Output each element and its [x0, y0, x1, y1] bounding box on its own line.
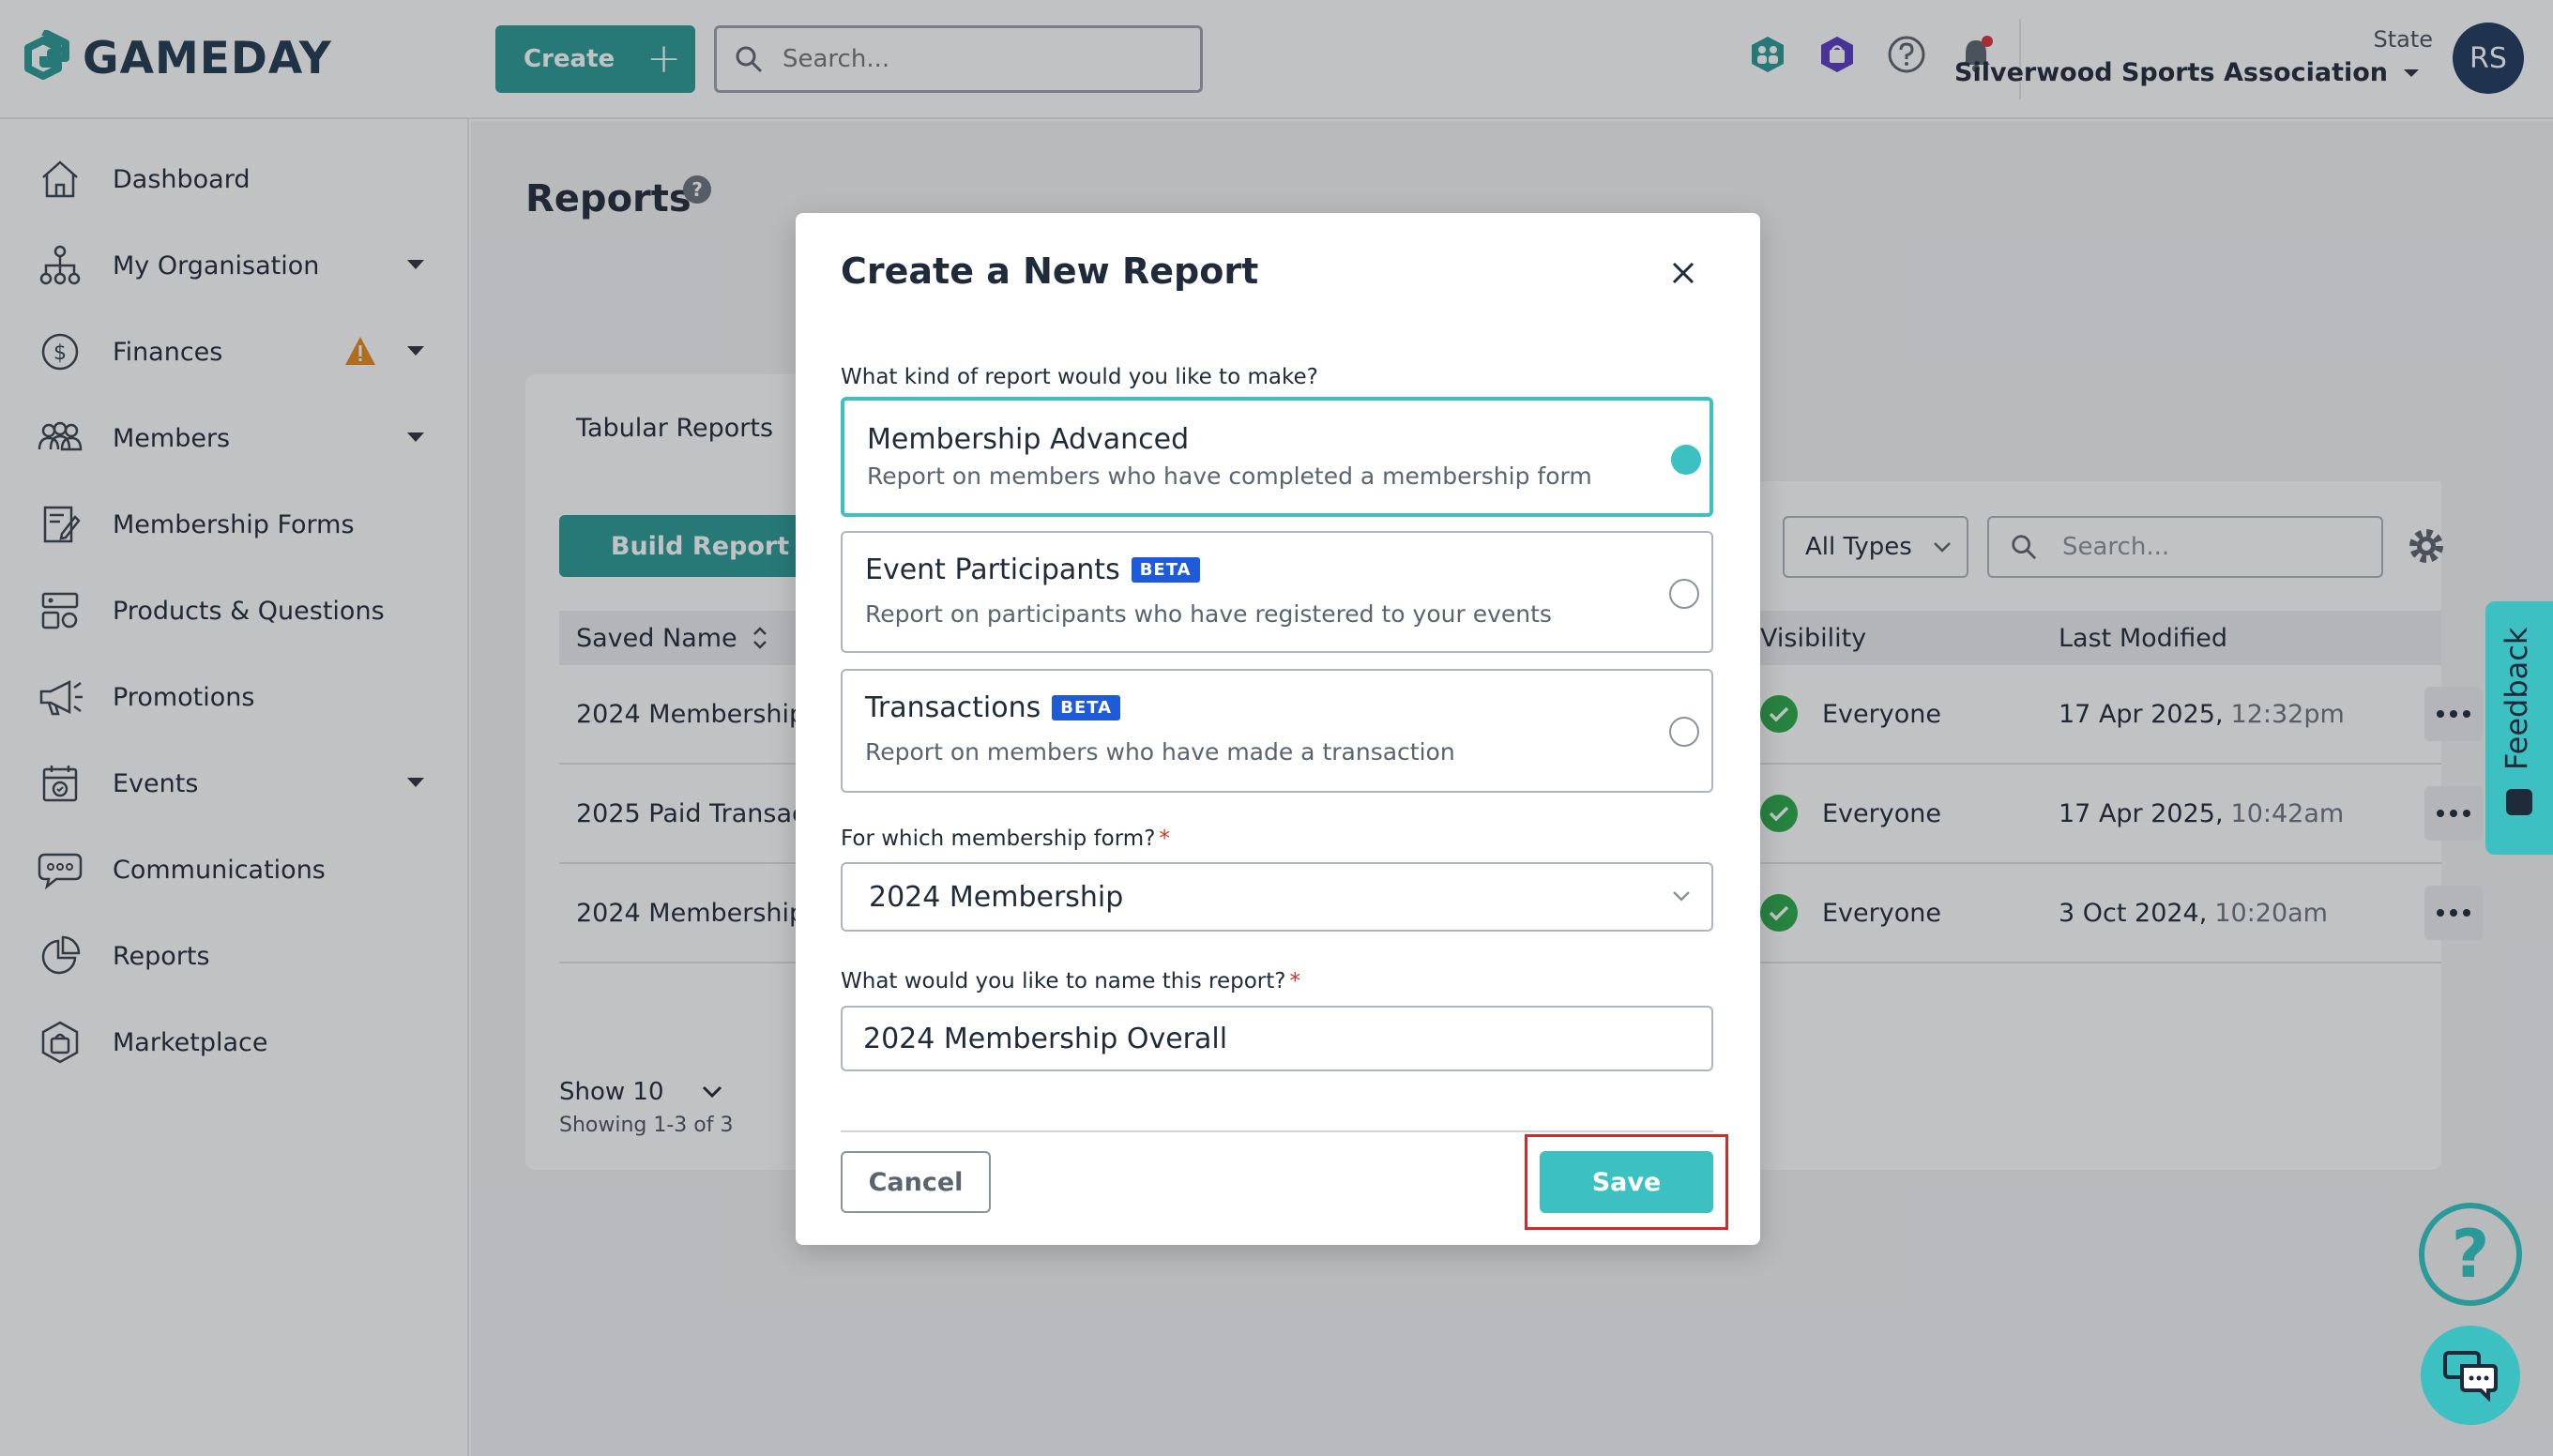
modal-title: Create a New Report [841, 250, 1259, 292]
option-transactions[interactable]: Transactions BETA Report on members who … [841, 669, 1713, 793]
membership-form-value: 2024 Membership [869, 880, 1124, 914]
membership-form-label: For which membership form? * [841, 827, 1170, 851]
membership-form-select[interactable]: 2024 Membership [841, 862, 1713, 932]
create-report-modal: Create a New Report What kind of report … [796, 213, 1760, 1245]
save-button[interactable]: Save [1540, 1151, 1713, 1213]
report-kind-label: What kind of report would you like to ma… [841, 365, 1318, 389]
beta-badge: BETA [1131, 557, 1200, 583]
floating-help-button[interactable]: ? [2419, 1203, 2522, 1306]
option-title: Event Participants BETA [865, 554, 1200, 586]
option-title: Membership Advanced [867, 423, 1190, 456]
option-description: Report on members who have made a transa… [865, 738, 1455, 766]
feedback-tab[interactable]: Feedback [2485, 601, 2553, 855]
cancel-button[interactable]: Cancel [841, 1151, 991, 1213]
report-name-input[interactable] [841, 1006, 1713, 1071]
report-name-label: What would you like to name this report?… [841, 969, 1300, 993]
option-description: Report on participants who have register… [865, 600, 1552, 628]
option-description: Report on members who have completed a m… [867, 463, 1592, 490]
beta-badge: BETA [1052, 695, 1121, 720]
radio-selected[interactable] [1671, 445, 1701, 475]
radio-unselected[interactable] [1669, 579, 1699, 609]
chat-bubbles-icon [2443, 1351, 2498, 1402]
floating-chat-button[interactable] [2421, 1326, 2520, 1425]
close-icon[interactable] [1664, 254, 1702, 292]
radio-unselected[interactable] [1669, 717, 1699, 747]
option-event-participants[interactable]: Event Participants BETA Report on partic… [841, 531, 1713, 653]
option-title: Transactions BETA [865, 691, 1121, 724]
feedback-label: Feedback [2499, 627, 2534, 770]
chevron-down-icon [1673, 891, 1690, 902]
modal-footer-divider [841, 1130, 1713, 1132]
smiley-icon [2506, 789, 2532, 815]
option-membership-advanced[interactable]: Membership Advanced Report on members wh… [841, 397, 1713, 517]
